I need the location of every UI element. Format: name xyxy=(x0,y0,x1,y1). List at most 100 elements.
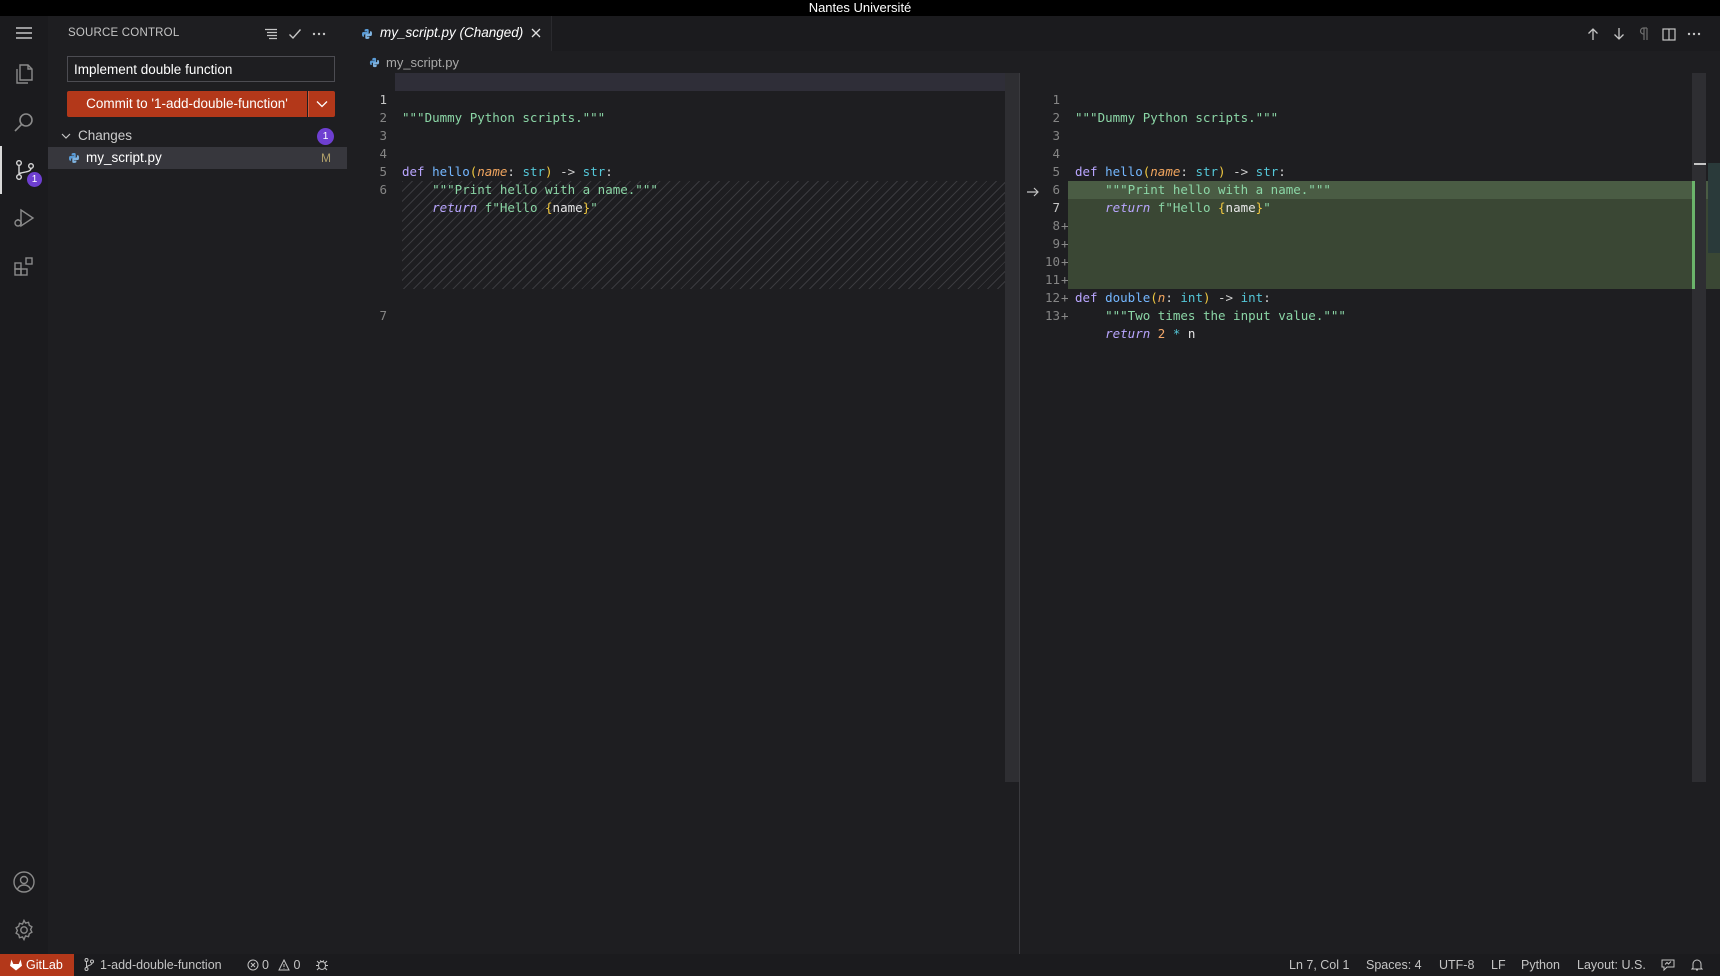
modified-pane[interactable]: 1 """Dummy Python scripts.""" 2 3 4 def … xyxy=(1019,73,1720,954)
code-line: 6 return f"Hello {name}" xyxy=(347,163,1019,215)
extensions-icon[interactable] xyxy=(0,242,48,290)
file-status-badge: M xyxy=(321,151,331,165)
commit-button[interactable]: Commit to '1-add-double-function' xyxy=(67,91,307,117)
more-actions-icon[interactable] xyxy=(1685,25,1703,43)
code-line: 5 """Print hello with a name.""" xyxy=(1020,145,1720,197)
status-bar: GitLab 1-add-double-function 0 0 Ln 7, C… xyxy=(0,954,1720,976)
code-line: 7 xyxy=(347,289,1019,323)
language-mode[interactable]: Python xyxy=(1521,958,1560,972)
brace: { xyxy=(545,200,553,215)
chevron-down-icon xyxy=(61,133,71,139)
error-icon xyxy=(247,959,259,971)
problems-indicator[interactable]: 0 0 xyxy=(247,958,300,972)
warning-icon xyxy=(278,959,291,971)
code-line: 3 xyxy=(1020,109,1720,143)
code-line: 13 xyxy=(1020,289,1720,323)
code-line-added: 9 + xyxy=(1020,217,1720,269)
breadcrumb[interactable]: my_script.py xyxy=(347,51,1720,73)
panel-title: SOURCE CONTROL xyxy=(68,27,180,39)
code-line-added: 7 + xyxy=(1020,181,1720,233)
error-count: 0 xyxy=(262,958,269,972)
changed-file-item[interactable]: my_script.py M xyxy=(48,147,347,169)
code-line-added: 10 + def double(n: int) -> int: xyxy=(1020,235,1720,305)
code-line-added: 11 + """Two times the input value.""" xyxy=(1020,253,1720,323)
indentation[interactable]: Spaces: 4 xyxy=(1366,958,1422,972)
code-line: 1 """Dummy Python scripts.""" xyxy=(347,73,1019,125)
keyboard-layout[interactable]: Layout: U.S. xyxy=(1577,958,1646,972)
keyword: return xyxy=(1105,326,1151,341)
notifications-bell-icon[interactable] xyxy=(1691,958,1703,971)
keyword: return xyxy=(432,200,478,215)
accounts-icon[interactable] xyxy=(0,858,48,906)
toggle-whitespace-icon[interactable] xyxy=(1635,25,1653,43)
code-line-added: 8 + xyxy=(1020,199,1720,251)
commit-message-input[interactable] xyxy=(67,56,335,82)
view-as-tree-icon[interactable] xyxy=(262,25,280,43)
tab-my-script-diff[interactable]: my_script.py (Changed) xyxy=(347,16,552,51)
branch-name: 1-add-double-function xyxy=(100,958,222,972)
close-icon[interactable] xyxy=(530,27,542,39)
operator: * xyxy=(1172,326,1181,341)
run-debug-icon[interactable] xyxy=(0,194,48,242)
line-number: 6 xyxy=(379,182,387,197)
fstring: " xyxy=(590,200,598,215)
original-pane[interactable]: 1 """Dummy Python scripts.""" 2 3 4 def … xyxy=(347,73,1019,954)
gitlab-fox-icon xyxy=(10,959,22,971)
changes-count-badge: 1 xyxy=(317,128,334,145)
branch-indicator[interactable]: 1-add-double-function xyxy=(84,958,222,972)
source-control-panel: SOURCE CONTROL Commit to '1-add-double-f… xyxy=(48,16,347,954)
commit-check-icon[interactable] xyxy=(286,25,304,43)
split-editor-icon[interactable] xyxy=(1660,25,1678,43)
code-line: 6 return f"Hello {name}" xyxy=(1020,163,1720,215)
docstring: """Two times the input value.""" xyxy=(1105,308,1346,323)
chevron-down-icon xyxy=(316,101,328,108)
fstring: f"Hello xyxy=(484,200,546,215)
changed-file-name: my_script.py xyxy=(86,150,162,165)
python-file-icon xyxy=(362,29,372,39)
changes-group-header[interactable]: Changes 1 xyxy=(48,125,347,147)
changes-label: Changes xyxy=(78,128,133,143)
docstring: """Print hello with a name.""" xyxy=(432,182,658,197)
git-branch-icon xyxy=(84,958,94,971)
code-line: 1 """Dummy Python scripts.""" xyxy=(1020,73,1720,125)
python-file-icon xyxy=(369,57,380,68)
variable: name xyxy=(552,200,583,215)
variable: n xyxy=(1187,326,1196,341)
feedback-icon[interactable] xyxy=(1661,958,1675,971)
remote-indicator[interactable]: GitLab xyxy=(0,954,74,976)
cursor-position[interactable]: Ln 7, Col 1 xyxy=(1289,958,1349,972)
debug-icon[interactable] xyxy=(315,958,329,971)
end-of-line[interactable]: LF xyxy=(1491,958,1506,972)
code-line: 4 def hello(name: str) -> str: xyxy=(347,127,1019,179)
next-change-icon[interactable] xyxy=(1610,25,1628,43)
number: 2 xyxy=(1157,326,1166,341)
code-line: 3 xyxy=(347,109,1019,143)
search-icon[interactable] xyxy=(0,98,48,146)
panel-header: SOURCE CONTROL xyxy=(48,16,347,52)
breadcrumb-file: my_script.py xyxy=(386,55,459,70)
line-number: 7 xyxy=(379,308,387,323)
activity-bar: 1 xyxy=(0,16,48,954)
code-line: 2 xyxy=(1020,91,1720,125)
code-line: 2 xyxy=(347,91,1019,125)
commit-dropdown-button[interactable] xyxy=(308,91,335,117)
code-line: 4 def hello(name: str) -> str: xyxy=(1020,127,1720,179)
tab-bar: my_script.py (Changed) xyxy=(347,16,1720,51)
tab-label: my_script.py (Changed) xyxy=(380,25,524,40)
python-file-icon xyxy=(69,153,79,163)
more-actions-icon[interactable] xyxy=(310,25,328,43)
settings-gear-icon[interactable] xyxy=(0,906,48,954)
code-line: 5 """Print hello with a name.""" xyxy=(347,145,1019,197)
menu-icon[interactable] xyxy=(0,16,48,50)
previous-change-icon[interactable] xyxy=(1584,25,1602,43)
remote-label: GitLab xyxy=(26,958,63,972)
warning-count: 0 xyxy=(293,958,301,972)
explorer-icon[interactable] xyxy=(0,50,48,98)
line-number: 13 xyxy=(1044,308,1060,323)
source-control-icon[interactable]: 1 xyxy=(0,146,48,194)
scm-badge: 1 xyxy=(27,172,42,187)
code-line-added: 12 + return 2 * n xyxy=(1020,271,1720,341)
diff-editor: my_script.py (Changed) my_script.py 1 ""… xyxy=(347,16,1720,954)
window-title: Nantes Université xyxy=(0,0,1720,16)
encoding[interactable]: UTF-8 xyxy=(1439,958,1474,972)
